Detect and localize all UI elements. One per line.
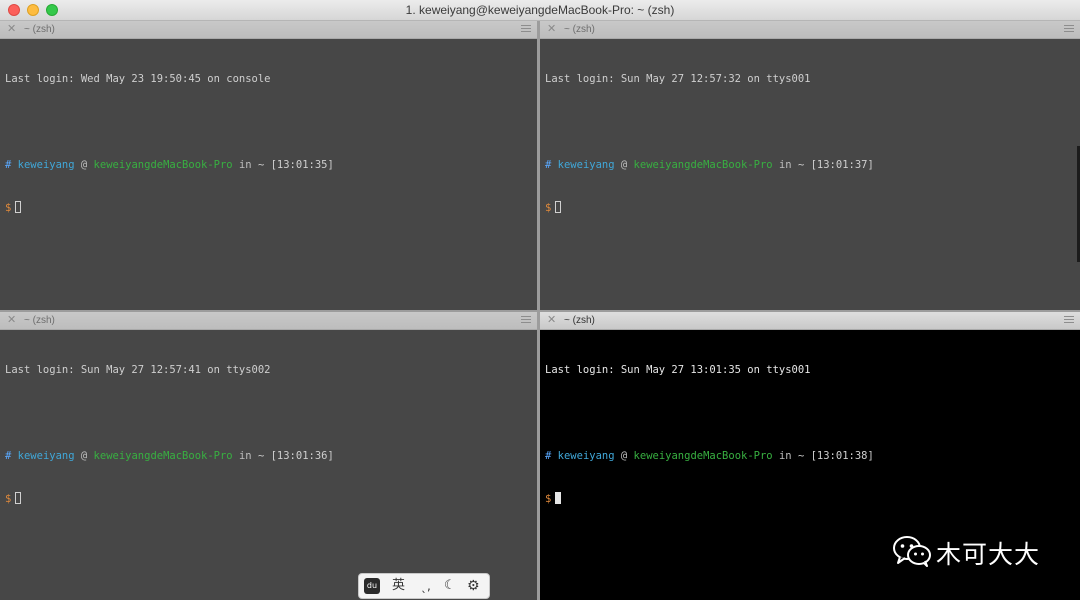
punctuation-mode-button[interactable]: ˎ, (421, 577, 431, 595)
baidu-ime-logo-icon[interactable]: du (364, 578, 380, 594)
pane-bottom-left[interactable]: ✕ ~ (zsh) Last login: Sun May 27 12:57:4… (0, 312, 537, 600)
command-input-line[interactable]: $ (545, 201, 1075, 215)
pane-tab-header[interactable]: ✕ ~ (zsh) (0, 21, 537, 39)
horizontal-split-divider-left[interactable] (0, 310, 537, 312)
text-cursor (15, 492, 22, 505)
prompt-line: # keweiyang @ keweiyangdeMacBook-Pro in … (545, 450, 874, 463)
pane-menu-icon[interactable] (521, 25, 531, 33)
prompt-user: keweiyang (17, 159, 75, 172)
pane-top-right[interactable]: ✕ ~ (zsh) Last login: Sun May 27 12:57:3… (540, 21, 1080, 310)
last-login-line: Last login: Sun May 27 12:57:32 on ttys0… (545, 72, 811, 85)
pane-close-icon[interactable]: ✕ (547, 313, 556, 328)
pane-tab-title: ~ (zsh) (24, 24, 55, 35)
prompt-user: keweiyang (557, 450, 615, 463)
prompt-host: keweiyangdeMacBook-Pro (93, 159, 233, 172)
window-title: 1. keweiyang@keweiyangdeMacBook-Pro: ~ (… (405, 3, 675, 17)
terminal-output[interactable]: Last login: Wed May 23 19:50:45 on conso… (5, 43, 532, 245)
pane-menu-icon[interactable] (1064, 316, 1074, 324)
pane-menu-icon[interactable] (1064, 25, 1074, 33)
terminal-output[interactable]: Last login: Sun May 27 12:57:41 on ttys0… (5, 334, 532, 536)
prompt-time: [13:01:35] (270, 159, 334, 172)
pane-tab-title: ~ (zsh) (564, 24, 595, 35)
prompt-line: # keweiyang @ keweiyangdeMacBook-Pro in … (5, 450, 334, 463)
pane-tab-title: ~ (zsh) (564, 315, 595, 326)
pane-menu-icon[interactable] (521, 316, 531, 324)
prompt-host: keweiyangdeMacBook-Pro (633, 450, 773, 463)
pane-tab-title: ~ (zsh) (24, 315, 55, 326)
pane-close-icon[interactable]: ✕ (547, 22, 556, 37)
text-cursor (555, 492, 562, 505)
command-input-line[interactable]: $ (5, 201, 532, 215)
text-cursor (555, 201, 562, 214)
wechat-watermark: 木可大大 (892, 531, 1062, 571)
last-login-line: Last login: Sun May 27 13:01:35 on ttys0… (545, 363, 811, 376)
command-input-line[interactable]: $ (5, 492, 532, 506)
prompt-time: [13:01:37] (810, 159, 874, 172)
prompt-line: # keweiyang @ keweiyangdeMacBook-Pro in … (545, 159, 874, 172)
prompt-line: # keweiyang @ keweiyangdeMacBook-Pro in … (5, 159, 334, 172)
gear-icon[interactable]: ⚙ (467, 577, 480, 595)
english-mode-button[interactable]: 英 (392, 577, 405, 595)
pane-tab-header[interactable]: ✕ ~ (zsh) (540, 21, 1080, 39)
pane-tab-header[interactable]: ✕ ~ (zsh) (540, 312, 1080, 330)
last-login-line: Last login: Sun May 27 12:57:41 on ttys0… (5, 363, 271, 376)
horizontal-split-divider-right[interactable] (540, 310, 1080, 312)
prompt-time: [13:01:36] (270, 450, 334, 463)
watermark-text: 木可大大 (936, 540, 1041, 569)
terminal-output[interactable]: Last login: Sun May 27 13:01:35 on ttys0… (545, 334, 1075, 536)
terminal-output[interactable]: Last login: Sun May 27 12:57:32 on ttys0… (545, 43, 1075, 245)
prompt-time: [13:01:38] (810, 450, 874, 463)
prompt-user: keweiyang (17, 450, 75, 463)
pane-top-left[interactable]: ✕ ~ (zsh) Last login: Wed May 23 19:50:4… (0, 21, 537, 310)
command-input-line[interactable]: $ (545, 492, 1075, 506)
prompt-host: keweiyangdeMacBook-Pro (93, 450, 233, 463)
prompt-host: keweiyangdeMacBook-Pro (633, 159, 773, 172)
pane-tab-header[interactable]: ✕ ~ (zsh) (0, 312, 537, 330)
moon-icon[interactable]: ☾ (444, 577, 456, 595)
input-method-toolbar: du 英 ˎ, ☾ ⚙ (358, 573, 490, 599)
last-login-line: Last login: Wed May 23 19:50:45 on conso… (5, 72, 271, 85)
pane-close-icon[interactable]: ✕ (7, 22, 16, 37)
prompt-user: keweiyang (557, 159, 615, 172)
wechat-logo-icon (893, 536, 931, 567)
window-title-bar: 1. keweiyang@keweiyangdeMacBook-Pro: ~ (… (0, 0, 1080, 21)
text-cursor (15, 201, 22, 214)
pane-close-icon[interactable]: ✕ (7, 313, 16, 328)
